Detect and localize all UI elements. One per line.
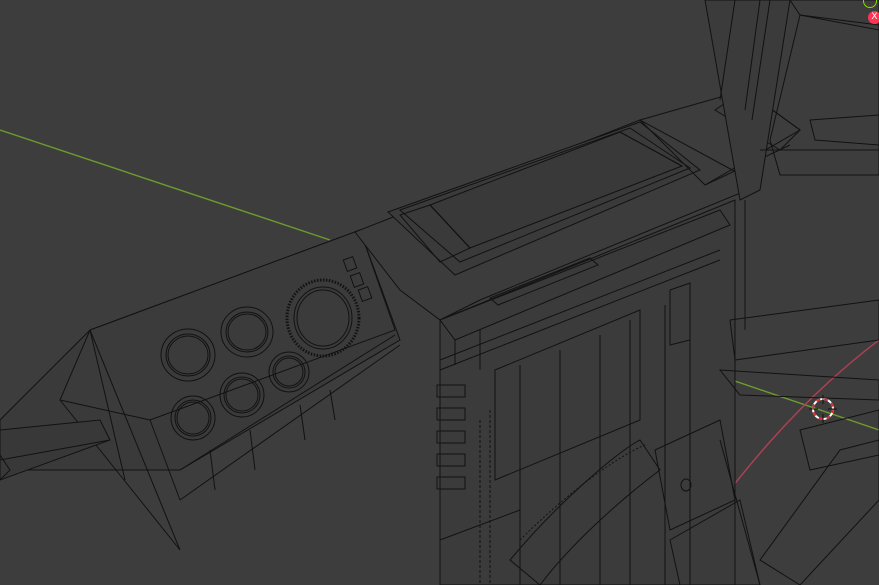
gizmo-x-axis-button[interactable]: X bbox=[868, 11, 879, 24]
cockpit-mesh bbox=[0, 0, 879, 585]
3d-cursor-icon[interactable] bbox=[809, 395, 837, 423]
wireframe-scene bbox=[0, 0, 879, 585]
y-axis-line bbox=[0, 129, 331, 241]
3d-viewport[interactable]: X bbox=[0, 0, 879, 585]
